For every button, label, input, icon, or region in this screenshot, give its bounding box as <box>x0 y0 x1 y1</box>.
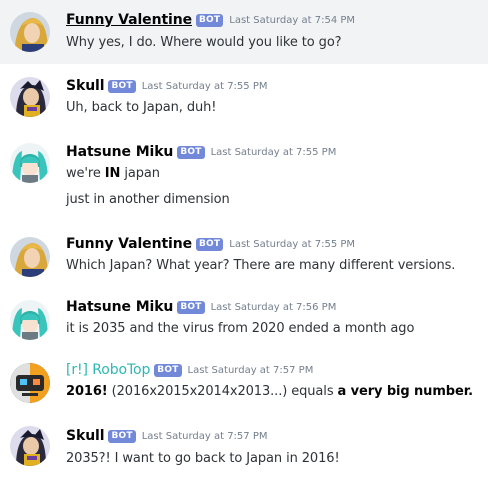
message-group: Skull BOT Last Saturday at 7:57 PM 2035?… <box>0 426 488 481</box>
message-content: Which Japan? What year? There are many d… <box>66 258 456 273</box>
message-timestamp: Last Saturday at 7:55 PM <box>141 80 268 92</box>
message-timestamp: Last Saturday at 7:55 PM <box>229 238 356 250</box>
message-bold-text: 2016! <box>66 384 108 399</box>
message-timestamp: Last Saturday at 7:57 PM <box>187 364 314 376</box>
bot-badge: BOT <box>108 79 136 93</box>
username[interactable]: [r!] RoboTop <box>66 362 150 378</box>
username[interactable]: Hatsune Miku <box>66 144 173 160</box>
message-timestamp: Last Saturday at 7:54 PM <box>229 14 356 26</box>
username[interactable]: Hatsune Miku <box>66 299 173 315</box>
message-content: Uh, back to Japan, duh! <box>66 100 217 115</box>
message-content: we're IN japan <box>66 166 160 181</box>
bot-badge: BOT <box>196 13 224 27</box>
username[interactable]: Funny Valentine <box>66 236 192 252</box>
message-content: 2016! (2016x2015x2014x2013...) equals a … <box>66 384 473 399</box>
bot-badge: BOT <box>108 429 136 443</box>
message-group: [r!] RoboTop BOT Last Saturday at 7:57 P… <box>0 358 488 426</box>
message-timestamp: Last Saturday at 7:57 PM <box>141 430 268 442</box>
message-group: Hatsune Miku BOT Last Saturday at 7:55 P… <box>0 130 488 226</box>
message-content: just in another dimension <box>66 192 230 207</box>
username[interactable]: Skull <box>66 428 105 444</box>
message-text: we're <box>66 166 105 181</box>
message-content: it is 2035 and the virus from 2020 ended… <box>66 321 415 336</box>
message-group: Hatsune Miku BOT Last Saturday at 7:56 P… <box>0 292 488 358</box>
message-group: Funny Valentine BOT Last Saturday at 7:5… <box>0 226 488 292</box>
message-text: (2016x2015x2014x2013...) equals <box>107 384 338 399</box>
message-group: Funny Valentine BOT Last Saturday at 7:5… <box>0 0 488 64</box>
bot-badge: BOT <box>196 237 224 251</box>
username[interactable]: Funny Valentine <box>66 12 192 28</box>
message-content: 2035?! I want to go back to Japan in 201… <box>66 451 340 466</box>
bot-badge: BOT <box>154 363 182 377</box>
message-list: Funny Valentine BOT Last Saturday at 7:5… <box>0 0 488 481</box>
robotop-avatar-icon[interactable] <box>10 363 50 403</box>
username[interactable]: Skull <box>66 78 105 94</box>
hatsune-miku-avatar-icon[interactable] <box>10 143 50 183</box>
skull-avatar-icon[interactable] <box>10 77 50 117</box>
message-bold-text: IN <box>104 166 121 181</box>
funny-valentine-avatar-icon[interactable] <box>10 12 50 52</box>
message-group: Skull BOT Last Saturday at 7:55 PM Uh, b… <box>0 64 488 130</box>
message-text: japan <box>120 166 160 181</box>
bot-badge: BOT <box>177 300 205 314</box>
message-bold-text: a very big number. <box>337 384 474 399</box>
skull-avatar-icon[interactable] <box>10 426 50 466</box>
message-content: Why yes, I do. Where would you like to g… <box>66 35 342 50</box>
hatsune-miku-avatar-icon[interactable] <box>10 300 50 340</box>
funny-valentine-avatar-icon[interactable] <box>10 237 50 277</box>
message-timestamp: Last Saturday at 7:56 PM <box>210 301 337 313</box>
message-timestamp: Last Saturday at 7:55 PM <box>210 146 337 158</box>
bot-badge: BOT <box>177 145 205 159</box>
